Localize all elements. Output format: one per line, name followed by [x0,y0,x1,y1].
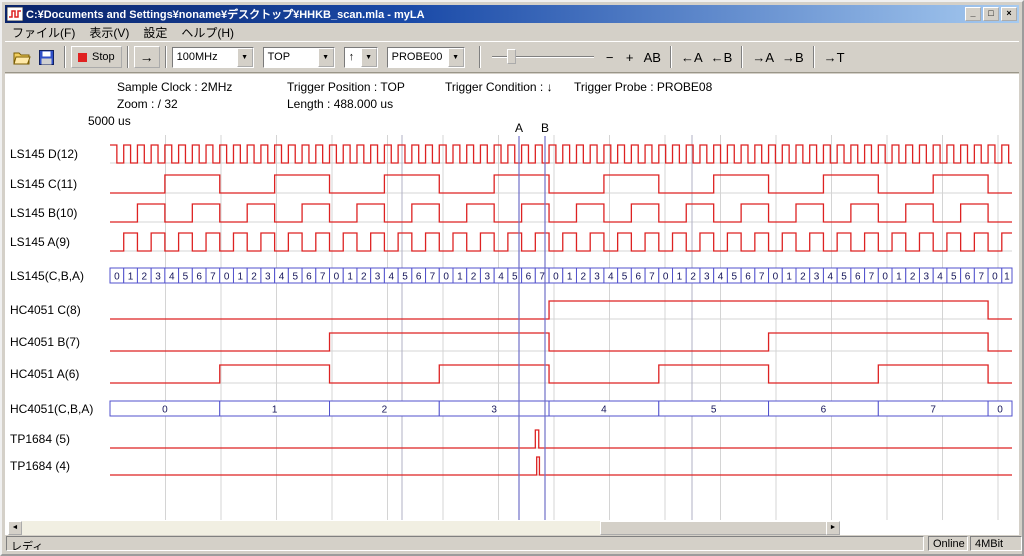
sample-clock-value: 100MHz [173,48,222,67]
close-button[interactable]: × [1001,7,1017,21]
app-icon [7,7,23,21]
zoom-slider-handle[interactable] [507,49,516,64]
length-info: Length : 488.000 us [287,97,393,111]
chevron-down-icon[interactable]: ▼ [361,48,377,67]
toolbar-button[interactable]: − [600,48,620,67]
statusbar: レディ Online 4MBit [5,535,1019,552]
toolbar-flat-buttons: −+AB ←A←B →A→B →T [600,46,849,68]
channel-label[interactable]: HC4051(C,B,A) [10,402,108,416]
channel-label[interactable]: LS145 C(11) [10,177,108,191]
toolbar-button[interactable]: →B [778,48,808,67]
toolbar-button[interactable]: ←B [707,48,737,67]
stop-icon [78,53,87,62]
channel-label[interactable]: HC4051 A(6) [10,367,108,381]
menubar: ファイル(F)表示(V)設定ヘルプ(H) [5,23,1019,41]
horizontal-scrollbar[interactable]: ◄ ► [8,521,840,535]
trigger-edge-select[interactable]: ↑ ▼ [344,47,378,68]
time-origin-label: 5000 us [88,114,131,128]
status-online-badge: Online [928,536,968,551]
app-window: C:¥Documents and Settings¥noname¥デスクトップ¥… [0,0,1024,556]
toolbar-separator [479,46,481,68]
scroll-left-icon[interactable]: ◄ [8,521,22,535]
toolbar: Stop → 100MHz ▼ TOP ▼ ↑ ▼ PROBE00 ▼ −+AB… [5,41,1019,73]
menu-item[interactable]: ヘルプ(H) [174,23,241,42]
zoom-slider[interactable] [492,47,594,67]
save-icon[interactable] [35,47,57,67]
menu-item[interactable]: ファイル(F) [5,23,82,42]
toolbar-button[interactable]: AB [640,48,665,67]
toolbar-button[interactable]: ←A [677,48,707,67]
toolbar-separator [127,46,129,68]
sample-clock-select[interactable]: 100MHz ▼ [172,47,254,68]
chevron-down-icon[interactable]: ▼ [448,48,464,67]
trigger-position-value: TOP [264,48,294,67]
stop-button[interactable]: Stop [71,46,122,68]
toolbar-button[interactable]: →A [748,48,778,67]
titlebar[interactable]: C:¥Documents and Settings¥noname¥デスクトップ¥… [5,5,1019,23]
trigger-edge-value: ↑ [345,48,359,67]
toolbar-button[interactable]: + [620,48,640,67]
trigger-probe-select[interactable]: PROBE00 ▼ [387,47,465,68]
scroll-right-icon[interactable]: ► [826,521,840,535]
status-memory-badge: 4MBit [970,536,1022,551]
minimize-button[interactable]: _ [965,7,981,21]
chevron-down-icon[interactable]: ▼ [318,48,334,67]
trigger-probe-value: PROBE00 [388,48,447,67]
toolbar-separator [165,46,167,68]
trigger-probe-info: Trigger Probe : PROBE08 [574,80,712,94]
open-file-icon[interactable] [11,47,33,67]
channel-label[interactable]: LS145 B(10) [10,206,108,220]
channel-label[interactable]: HC4051 C(8) [10,303,108,317]
window-title: C:¥Documents and Settings¥noname¥デスクトップ¥… [26,6,963,22]
menu-item[interactable]: 設定 [136,23,174,42]
run-button[interactable]: → [134,46,160,68]
toolbar-separator [64,46,66,68]
zoom-info: Zoom : / 32 [117,97,178,111]
trigger-position-info: Trigger Position : TOP [287,80,405,94]
toolbar-separator [741,46,743,68]
channel-label[interactable]: TP1684 (4) [10,459,108,473]
menu-item[interactable]: 表示(V) [82,23,136,42]
channel-label[interactable]: HC4051 B(7) [10,335,108,349]
waveform-area[interactable] [110,135,1012,520]
channel-label[interactable]: TP1684 (5) [10,432,108,446]
channel-label[interactable]: LS145(C,B,A) [10,269,108,283]
channel-label[interactable]: LS145 D(12) [10,147,108,161]
chevron-down-icon[interactable]: ▼ [237,48,253,67]
trigger-condition-info: Trigger Condition : ↓ [445,80,553,94]
toolbar-separator [670,46,672,68]
trigger-position-select[interactable]: TOP ▼ [263,47,335,68]
channel-label[interactable]: LS145 A(9) [10,235,108,249]
toolbar-separator [813,46,815,68]
scrollbar-thumb[interactable] [600,521,828,535]
stop-button-label: Stop [92,51,115,63]
maximize-button[interactable]: □ [983,7,999,21]
sample-clock-info: Sample Clock : 2MHz [117,80,232,94]
toolbar-button[interactable]: →T [820,48,849,67]
status-ready-text: レディ [6,536,924,551]
